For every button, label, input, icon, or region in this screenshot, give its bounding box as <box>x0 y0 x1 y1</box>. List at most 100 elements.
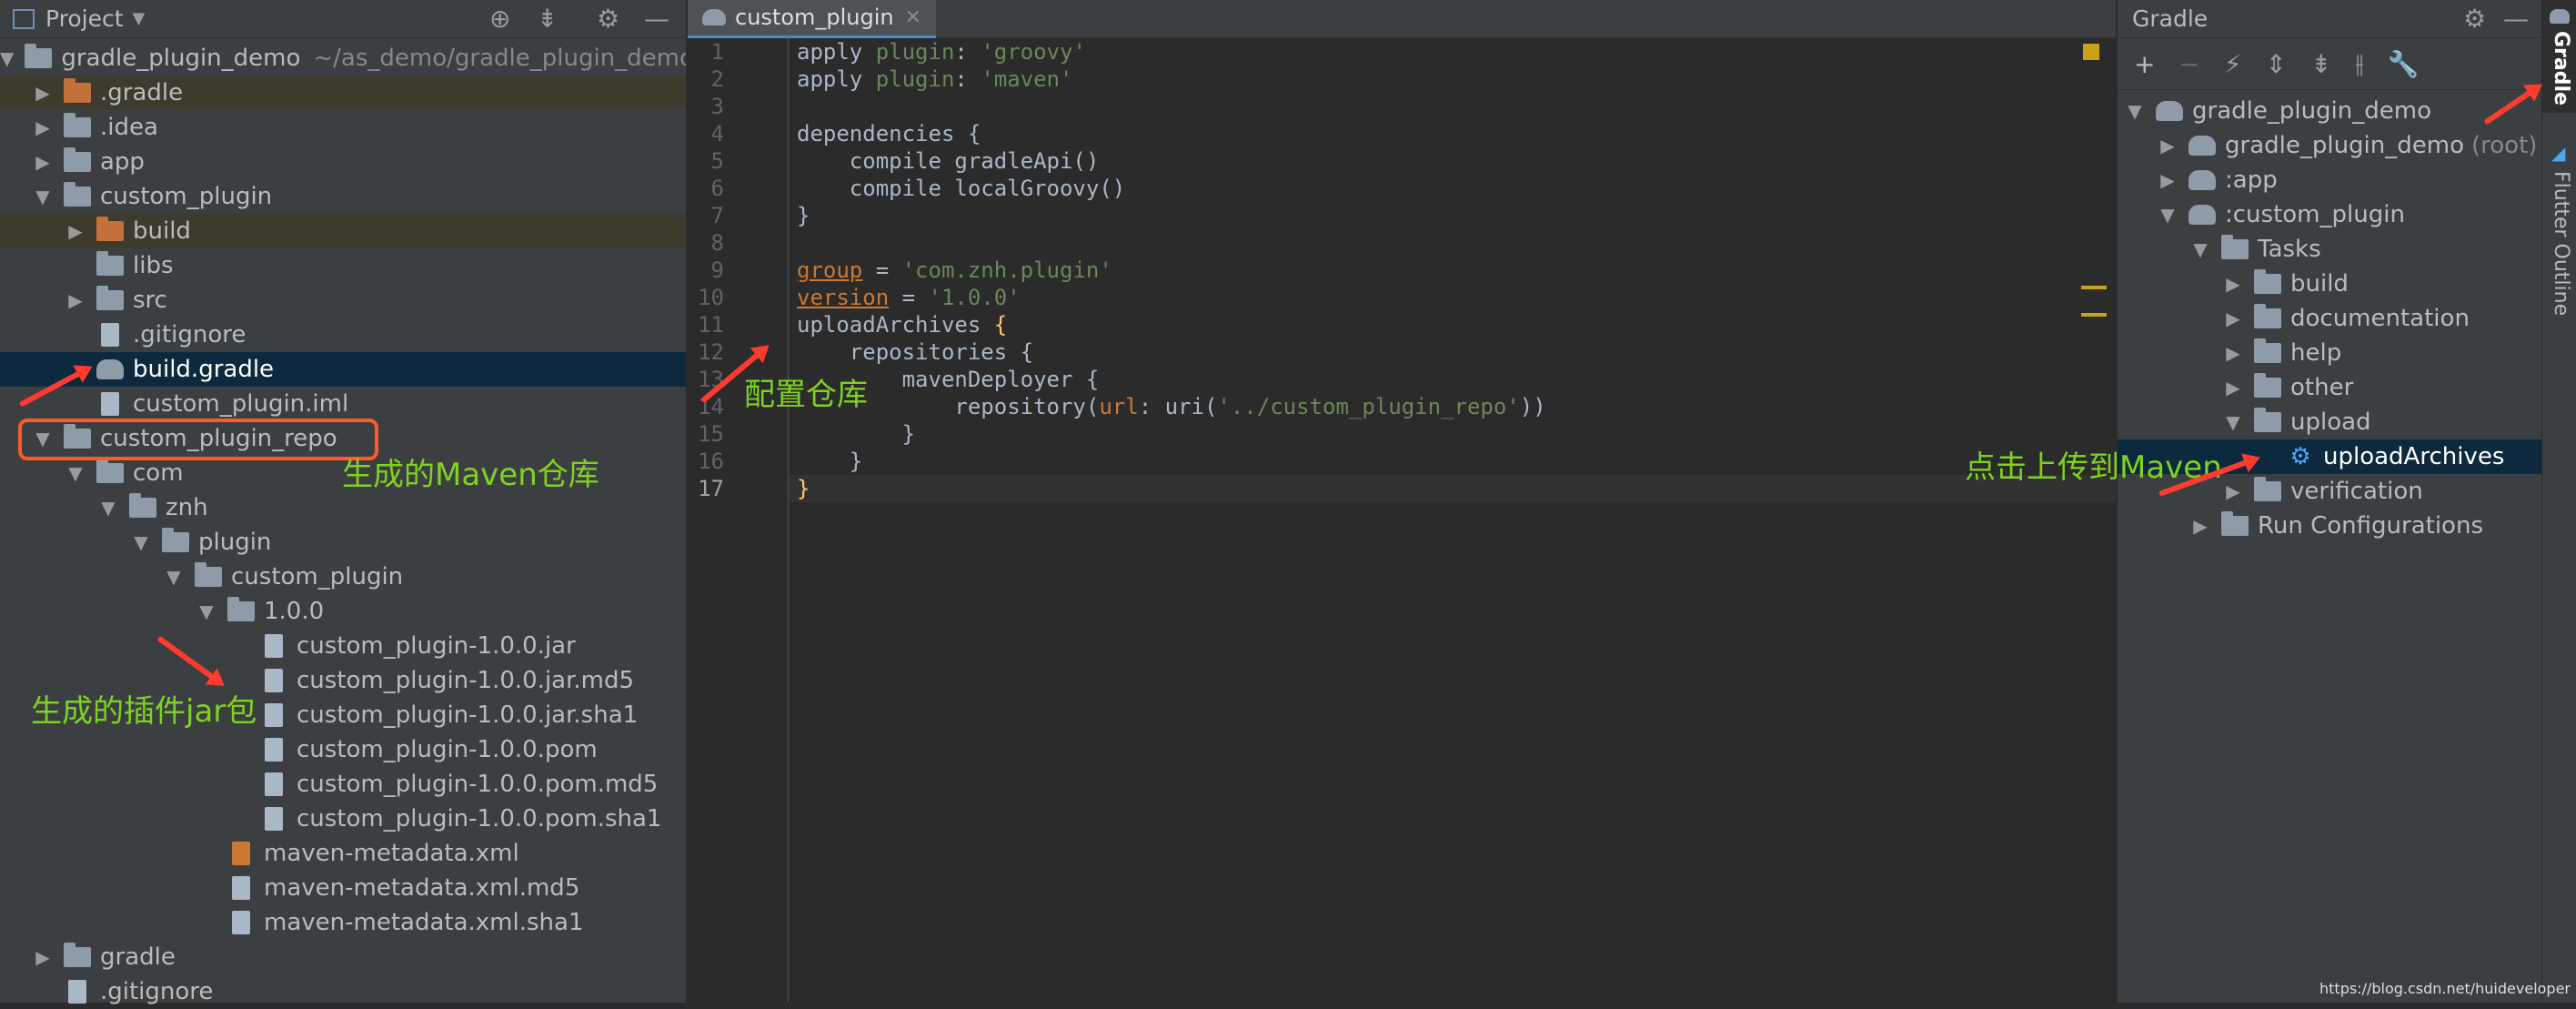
expand-arrow-icon[interactable]: ▶ <box>33 946 53 968</box>
tree-item-pom-md5[interactable]: custom_plugin-1.0.0.pom.md5 <box>0 767 686 802</box>
tree-item-label: build <box>2290 270 2349 298</box>
tree-item-plugin[interactable]: ▼ plugin <box>0 525 686 560</box>
tree-item-label: maven-metadata.xml.md5 <box>264 874 580 902</box>
editor-tab[interactable]: custom_plugin ✕ <box>688 0 937 38</box>
expand-arrow-icon[interactable]: ▼ <box>2223 411 2243 433</box>
gradle-tree-upload[interactable]: ▼ upload <box>2118 405 2541 439</box>
code-area[interactable]: 1 apply plugin: 'groovy' 2 apply plugin: '… <box>688 38 2116 1003</box>
gear-icon[interactable]: ⚙ <box>2463 4 2486 34</box>
tree-item-build[interactable]: ▶ build <box>0 214 686 248</box>
warning-marker[interactable] <box>2081 286 2107 289</box>
tree-item-label: custom_plugin <box>100 183 273 210</box>
chevron-down-icon[interactable]: ▼ <box>133 9 146 28</box>
expand-arrow-icon[interactable]: ▼ <box>0 47 14 69</box>
gradle-tree-root[interactable]: ▼ gradle_plugin_demo <box>2118 94 2541 128</box>
expand-arrow-icon[interactable]: ▶ <box>2158 169 2178 191</box>
tree-item-custom-plugin-dir[interactable]: ▼ custom_plugin <box>0 560 686 594</box>
project-view-selector[interactable]: Project <box>45 5 124 32</box>
tree-item-gradle-folder[interactable]: ▶ gradle <box>0 940 686 974</box>
task-folder-icon <box>2254 304 2281 328</box>
tree-item-pom[interactable]: custom_plugin-1.0.0.pom <box>0 732 686 767</box>
gear-icon[interactable]: ⚙ <box>597 4 619 34</box>
toggle-offline-icon[interactable]: ⫲ <box>2356 48 2364 79</box>
expand-arrow-icon[interactable]: ▶ <box>33 82 53 104</box>
add-icon[interactable]: + <box>2134 49 2155 79</box>
gradle-tree-root-project[interactable]: ▶ gradle_plugin_demo (root) <box>2118 128 2541 163</box>
execute-task-icon[interactable]: ⚡ <box>2224 49 2242 79</box>
collapse-all-icon[interactable]: ⇟ <box>537 4 558 34</box>
gradle-tree-run-configurations[interactable]: ▶ Run Configurations <box>2118 509 2541 543</box>
scroll-from-source-icon[interactable]: ⊕ <box>489 4 510 34</box>
tree-item-gradle-dir[interactable]: ▶ .gradle <box>0 76 686 110</box>
tree-item-label: Tasks <box>2258 236 2321 263</box>
module-folder-icon <box>64 147 91 172</box>
highlight-box <box>18 419 378 460</box>
editor-tab-label: custom_plugin <box>735 5 894 30</box>
tree-item-pom-sha1[interactable]: custom_plugin-1.0.0.pom.sha1 <box>0 802 686 836</box>
tree-item-app[interactable]: ▶ app <box>0 145 686 179</box>
collapse-all-icon[interactable]: ⇟ <box>2310 49 2331 79</box>
expand-arrow-icon[interactable]: ▼ <box>131 531 151 553</box>
gradle-tree-help[interactable]: ▶ help <box>2118 336 2541 370</box>
tree-item-jar[interactable]: custom_plugin-1.0.0.jar <box>0 629 686 663</box>
expand-arrow-icon[interactable]: ▼ <box>98 497 118 519</box>
expand-arrow-icon[interactable]: ▶ <box>65 220 86 242</box>
warning-marker[interactable] <box>2081 313 2107 317</box>
code-text: compile localGroovy() <box>797 176 1126 201</box>
tree-item-label: .gitignore <box>133 321 247 348</box>
expand-arrow-icon[interactable]: ▶ <box>65 289 86 311</box>
expand-arrow-icon[interactable]: ▶ <box>2223 308 2243 329</box>
expand-arrow-icon[interactable]: ▶ <box>2223 377 2243 399</box>
expand-arrow-icon[interactable]: ▼ <box>2190 238 2210 260</box>
tree-item-metadata-md5[interactable]: maven-metadata.xml.md5 <box>0 871 686 905</box>
flutter-outline-stripe-button[interactable]: ◢ Flutter Outline <box>2542 136 2576 318</box>
expand-arrow-icon[interactable]: ▼ <box>196 600 216 622</box>
tree-item-libs[interactable]: libs <box>0 248 686 283</box>
close-icon[interactable]: ✕ <box>905 6 921 29</box>
gradle-tree-build[interactable]: ▶ build <box>2118 267 2541 301</box>
tree-item-gitignore[interactable]: .gitignore <box>0 318 686 352</box>
tree-item-metadata-xml[interactable]: maven-metadata.xml <box>0 836 686 871</box>
tree-item-build-gradle[interactable]: build.gradle <box>0 352 686 387</box>
expand-arrow-icon[interactable]: ▶ <box>2223 480 2243 502</box>
tree-item-iml[interactable]: custom_plugin.iml <box>0 387 686 421</box>
gradle-tree-custom-plugin[interactable]: ▼ :custom_plugin <box>2118 197 2541 232</box>
expand-arrow-icon[interactable]: ▼ <box>33 186 53 207</box>
expand-arrow-icon[interactable]: ▼ <box>2158 204 2178 226</box>
hide-panel-icon[interactable]: — <box>2503 4 2529 34</box>
wrench-icon[interactable]: 🔧 <box>2388 49 2420 79</box>
expand-arrow-icon[interactable]: ▶ <box>33 151 53 173</box>
expand-arrow-icon[interactable]: ▶ <box>33 116 53 138</box>
gradle-tree-documentation[interactable]: ▶ documentation <box>2118 301 2541 336</box>
tree-item-label: znh <box>166 494 208 521</box>
tree-item-idea[interactable]: ▶ .idea <box>0 110 686 145</box>
editor-panel: custom_plugin ✕ 1 apply plugin: 'groovy' … <box>688 0 2116 1003</box>
expand-arrow-icon[interactable]: ▶ <box>2223 273 2243 295</box>
remove-icon[interactable]: − <box>2179 49 2199 79</box>
file-icon <box>68 980 86 1004</box>
gradle-stripe-button[interactable]: Gradle <box>2542 0 2576 113</box>
tree-item-src[interactable]: ▶ src <box>0 283 686 318</box>
tree-item-version[interactable]: ▼ 1.0.0 <box>0 594 686 629</box>
tree-item-root-gitignore[interactable]: .gitignore <box>0 974 686 1009</box>
gradle-tree-other[interactable]: ▶ other <box>2118 370 2541 405</box>
expand-arrow-icon[interactable]: ▶ <box>2223 342 2243 364</box>
expand-arrow-icon[interactable]: ▶ <box>2158 135 2178 156</box>
tree-item-znh[interactable]: ▼ znh <box>0 490 686 525</box>
tree-item-label: maven-metadata.xml.sha1 <box>264 909 584 936</box>
tree-item-label: build <box>133 217 191 245</box>
folder-icon <box>227 597 255 621</box>
tree-item-custom-plugin[interactable]: ▼ custom_plugin <box>0 179 686 214</box>
gradle-tree-app[interactable]: ▶ :app <box>2118 163 2541 197</box>
root-suffix: (root) <box>2471 132 2538 159</box>
expand-all-icon[interactable]: ⇕ <box>2266 49 2287 79</box>
expand-arrow-icon[interactable]: ▼ <box>65 462 86 484</box>
expand-arrow-icon[interactable]: ▶ <box>2190 515 2210 537</box>
gradle-tree-tasks[interactable]: ▼ Tasks <box>2118 232 2541 267</box>
tree-item-label: gradle_plugin_demo <box>2192 97 2431 125</box>
expand-arrow-icon[interactable]: ▼ <box>164 566 184 588</box>
tree-item-root[interactable]: ▼ gradle_plugin_demo ~/as_demo/gradle_pl… <box>0 41 694 76</box>
tree-item-metadata-sha1[interactable]: maven-metadata.xml.sha1 <box>0 905 686 940</box>
hide-panel-icon[interactable]: — <box>644 4 669 34</box>
expand-arrow-icon[interactable]: ▼ <box>2125 100 2145 122</box>
